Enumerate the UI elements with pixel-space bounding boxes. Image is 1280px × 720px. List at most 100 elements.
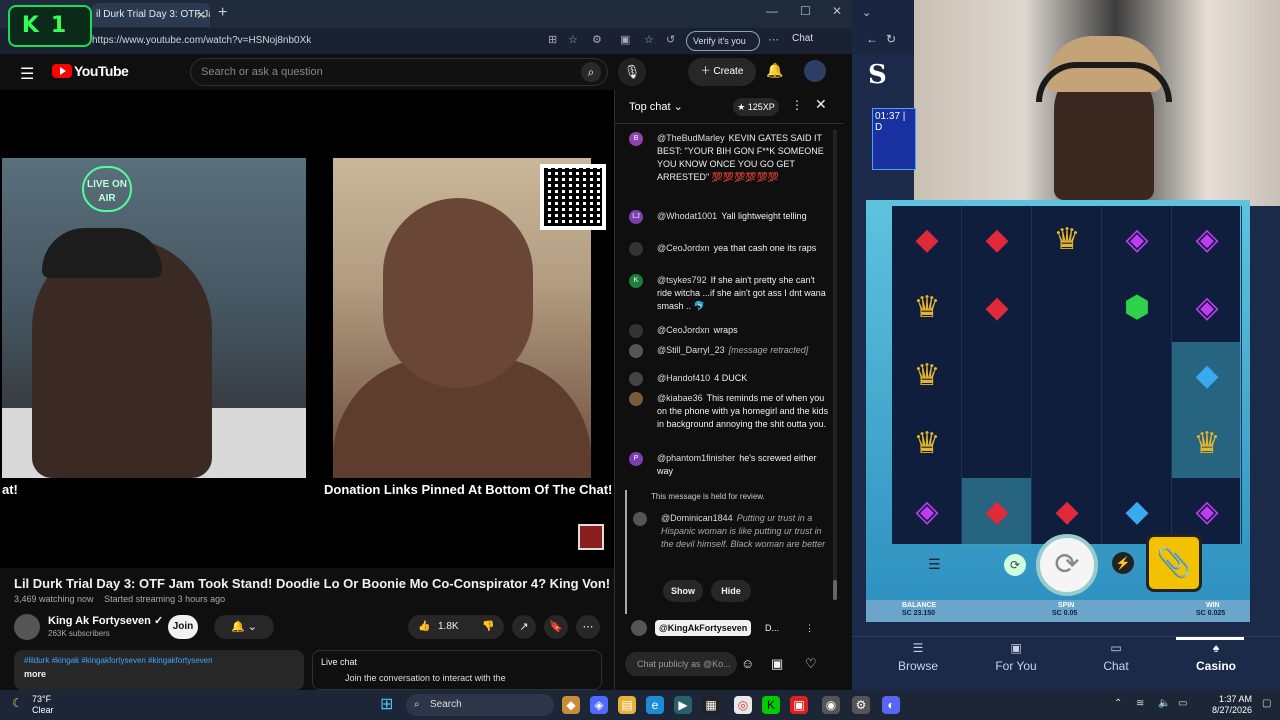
chat-author[interactable]: @Whodat1001: [657, 211, 717, 221]
nav-browse[interactable]: ☰ Browse: [878, 641, 958, 673]
chat-avatar[interactable]: [629, 324, 643, 338]
app-icon-3[interactable]: ◉: [822, 696, 840, 714]
edge-icon[interactable]: e: [646, 696, 664, 714]
chat-author[interactable]: @Handof410: [657, 373, 710, 383]
copilot-chat-button[interactable]: Chat: [792, 33, 813, 44]
spin-button[interactable]: ⟳: [1036, 534, 1098, 596]
back-icon[interactable]: ⌄: [862, 6, 871, 19]
nav-for-you[interactable]: ▣ For You: [976, 641, 1056, 673]
notification-icon[interactable]: ▢: [1262, 698, 1271, 709]
video-player[interactable]: LIVE ON AIR at! Donation Links Pinned At…: [0, 90, 614, 568]
chat-avatar[interactable]: [629, 242, 643, 256]
chat-author[interactable]: @CeoJordxn: [657, 325, 710, 335]
kick-icon[interactable]: K: [762, 696, 780, 714]
favorites-icon[interactable]: ☆: [644, 33, 654, 46]
more-actions-icon[interactable]: ⋯: [576, 615, 600, 639]
notifications-bell-icon[interactable]: 🔔: [766, 62, 783, 79]
chat-avatar[interactable]: K: [629, 274, 643, 288]
close-chat-icon[interactable]: ✕: [815, 96, 827, 113]
arrow-back-icon[interactable]: ←: [866, 32, 878, 46]
chrome-icon[interactable]: ◎: [734, 696, 752, 714]
account-avatar[interactable]: [804, 60, 826, 82]
chat-input[interactable]: Chat publicly as @Ko...: [625, 652, 737, 676]
chat-author[interactable]: @tsykes792: [657, 275, 707, 285]
search-input[interactable]: Search or ask a question ⌕: [190, 58, 608, 86]
channel-avatar[interactable]: [14, 614, 40, 640]
clock[interactable]: 1:37 AM 8/27/2026: [1194, 694, 1252, 716]
history-icon[interactable]: ↺: [666, 33, 675, 46]
chat-menu-icon[interactable]: ⋮: [791, 98, 803, 112]
chat-author[interactable]: @phantom1finisher: [657, 453, 735, 463]
heart-icon[interactable]: ♡: [805, 656, 817, 672]
new-tab-icon[interactable]: +: [218, 4, 227, 22]
dislike-icon[interactable]: 👎: [482, 615, 494, 639]
description-box[interactable]: #lildurk #kingak #kingakfortyseven #king…: [14, 650, 304, 690]
save-icon[interactable]: 🔖: [544, 615, 568, 639]
more-link[interactable]: more: [24, 669, 294, 679]
wifi-icon[interactable]: ≋: [1136, 698, 1144, 709]
xp-badge[interactable]: ★ 125XP: [733, 98, 779, 116]
settings-icon[interactable]: ⚙: [852, 696, 870, 714]
super-chat-icon[interactable]: ▣: [771, 656, 783, 672]
nav-casino[interactable]: ♠ Casino: [1176, 641, 1256, 673]
chat-avatar[interactable]: [629, 372, 643, 386]
tray-chevron-icon[interactable]: ⌃: [1114, 698, 1122, 709]
collections-icon[interactable]: ▣: [620, 33, 630, 46]
chat-author[interactable]: @TheBudMarley: [657, 133, 725, 143]
chat-avatar[interactable]: P: [629, 452, 643, 466]
emoji-icon[interactable]: ☺: [741, 656, 754, 671]
menu-icon[interactable]: ☰: [20, 64, 34, 84]
show-button[interactable]: Show: [663, 580, 703, 602]
verify-button[interactable]: Verify it's you: [686, 31, 760, 51]
file-explorer-icon[interactable]: ▤: [618, 696, 636, 714]
taskbar-search[interactable]: ⌕ Search: [406, 694, 554, 716]
chat-author[interactable]: @kiabae36: [657, 393, 703, 403]
like-count: 1.8K: [438, 621, 459, 632]
url-field[interactable]: https://www.youtube.com/watch?v=HSNoj8nb…: [92, 32, 542, 50]
hide-button[interactable]: Hide: [711, 580, 751, 602]
mic-icon[interactable]: 🎙: [618, 58, 646, 86]
game-menu-icon[interactable]: ☰: [928, 556, 941, 573]
autoplay-icon[interactable]: ⟳: [1004, 554, 1026, 576]
notification-button[interactable]: 🔔 ⌄: [214, 615, 274, 639]
browser-tab[interactable]: il Durk Trial Day 3: OTF Jam ✕: [92, 3, 210, 27]
copilot-icon[interactable]: ◈: [590, 696, 608, 714]
chat-avatar[interactable]: [629, 392, 643, 406]
chat-avatar[interactable]: [629, 344, 643, 358]
create-button[interactable]: ＋ Create: [688, 58, 756, 86]
bonus-buy-button[interactable]: 📎: [1146, 534, 1202, 592]
discord-icon[interactable]: ◐: [882, 696, 900, 714]
search-icon[interactable]: ⌕: [581, 62, 601, 82]
close-tab-icon[interactable]: ✕: [196, 3, 206, 27]
like-icon[interactable]: 👍: [418, 615, 430, 639]
extension-icon[interactable]: ⚙: [592, 33, 602, 46]
chat-scrollbar[interactable]: [833, 130, 837, 600]
battery-icon[interactable]: ▭: [1178, 698, 1187, 709]
app-icon-1[interactable]: ▦: [702, 696, 720, 714]
chat-avatar[interactable]: B: [629, 132, 643, 146]
hashtags[interactable]: #lildurk #kingak #kingakfortyseven #king…: [24, 656, 294, 665]
maximize-icon[interactable]: ☐: [800, 4, 811, 18]
app-icon-2[interactable]: ▣: [790, 696, 808, 714]
volume-icon[interactable]: 🔈: [1158, 698, 1170, 709]
close-window-icon[interactable]: ✕: [832, 4, 842, 18]
share-icon[interactable]: ↗: [512, 615, 536, 639]
chat-mode-selector[interactable]: Top chat ⌄: [629, 100, 683, 113]
fox-app-icon[interactable]: ◆: [562, 696, 580, 714]
more-icon[interactable]: ⋯: [768, 33, 779, 46]
join-button[interactable]: Join: [168, 615, 198, 639]
windows-start-icon[interactable]: ⊞: [380, 696, 398, 714]
terminal-icon[interactable]: ▶: [674, 696, 692, 714]
chat-author[interactable]: @Still_Darryl_23: [657, 345, 725, 355]
user-menu-icon[interactable]: ⋮: [805, 616, 814, 640]
minimize-icon[interactable]: —: [766, 4, 778, 18]
chat-avatar[interactable]: LJ: [629, 210, 643, 224]
split-view-icon[interactable]: ⊞: [548, 33, 557, 46]
refresh-icon[interactable]: ↻: [886, 32, 896, 46]
nav-chat[interactable]: ▭ Chat: [1076, 641, 1156, 673]
channel-name[interactable]: King Ak Fortyseven ✓: [48, 614, 163, 627]
favorite-star-icon[interactable]: ☆: [568, 33, 578, 46]
turbo-icon[interactable]: ⚡: [1112, 552, 1134, 574]
weather-widget[interactable]: ☾ 73°F Clear: [12, 694, 54, 716]
chat-author[interactable]: @CeoJordxn: [657, 243, 710, 253]
